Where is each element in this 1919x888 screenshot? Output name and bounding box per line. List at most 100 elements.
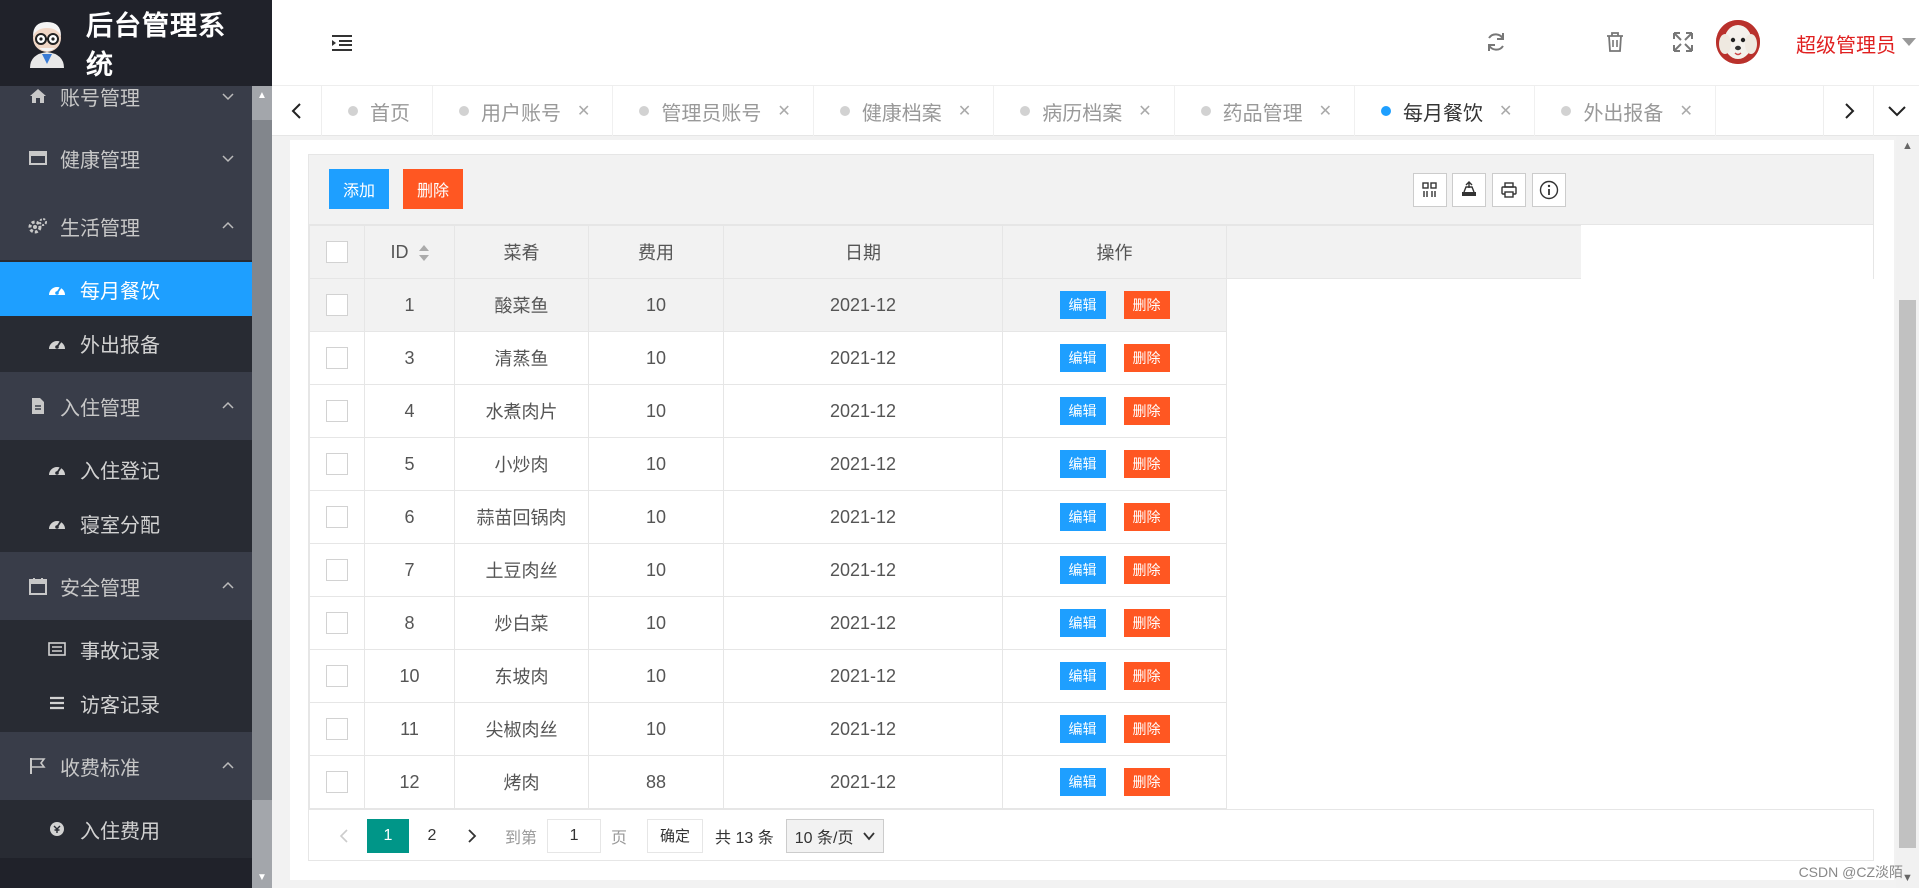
user-name[interactable]: 超级管理员 [1796,29,1896,58]
edit-button[interactable]: 编辑 [1059,556,1106,584]
close-icon[interactable]: ✕ [1138,101,1151,121]
row-select-cell[interactable] [309,596,365,650]
sidebar-item-safety[interactable]: 安全管理 [0,552,252,620]
row-select-cell[interactable] [309,278,365,332]
tab-item[interactable]: 每月餐饮 ✕ [1355,86,1536,136]
sidebar-item-fees[interactable]: 收费标准 [0,732,252,800]
sidebar-item-life[interactable]: 生活管理 [0,192,252,260]
select-all-checkbox[interactable] [326,241,348,264]
row-select-cell[interactable] [309,543,365,597]
table-row[interactable]: 4 水煮肉片 10 2021-12 编辑 删除 [309,384,1581,438]
columns-filter-icon[interactable] [1413,173,1447,207]
print-icon[interactable] [1492,173,1526,207]
tab-scroll-right-button[interactable] [1823,86,1873,136]
row-delete-button[interactable]: 删除 [1123,662,1170,690]
edit-button[interactable]: 编辑 [1059,503,1106,531]
table-row[interactable]: 5 小炒肉 10 2021-12 编辑 删除 [309,437,1581,491]
row-select-cell[interactable] [309,384,365,438]
tab-scroll-left-button[interactable] [272,86,322,136]
row-delete-button[interactable]: 删除 [1123,344,1170,372]
row-delete-button[interactable]: 删除 [1123,768,1170,796]
page-scrollbar[interactable]: ▲ ▼ [1896,136,1919,888]
tab-item[interactable]: 外出报备 ✕ [1535,86,1716,136]
edit-button[interactable]: 编辑 [1059,291,1106,319]
fullscreen-icon[interactable] [1671,30,1695,54]
sidebar-item-health[interactable]: 健康管理 [0,124,252,192]
row-checkbox[interactable] [326,612,348,635]
sidebar-item-accident-log[interactable]: 事故记录 [0,622,252,676]
tab-item[interactable]: 首页 [322,86,433,136]
header-id[interactable]: ID [364,225,455,279]
row-delete-button[interactable]: 删除 [1123,715,1170,743]
table-row[interactable]: 7 土豆肉丝 10 2021-12 编辑 删除 [309,543,1581,597]
row-select-cell[interactable] [309,649,365,703]
table-row[interactable]: 12 烤肉 88 2021-12 编辑 删除 [309,755,1581,809]
edit-button[interactable]: 编辑 [1059,397,1106,425]
row-select-cell[interactable] [309,490,365,544]
close-icon[interactable]: ✕ [1499,101,1512,121]
table-row[interactable]: 1 酸菜鱼 10 2021-12 编辑 删除 [309,278,1581,332]
row-checkbox[interactable] [326,347,348,370]
table-row[interactable]: 3 清蒸鱼 10 2021-12 编辑 删除 [309,331,1581,385]
avatar[interactable] [1716,20,1760,64]
row-delete-button[interactable]: 删除 [1123,450,1170,478]
row-delete-button[interactable]: 删除 [1123,503,1170,531]
row-checkbox[interactable] [326,400,348,423]
tab-item[interactable]: 管理员账号 ✕ [613,86,814,136]
add-button[interactable]: 添加 [329,169,389,209]
export-icon[interactable] [1452,173,1486,207]
tab-options-button[interactable] [1873,86,1919,136]
edit-button[interactable]: 编辑 [1059,662,1106,690]
scroll-up-arrow-icon[interactable]: ▲ [252,86,272,106]
prev-page-button[interactable] [327,819,361,853]
row-delete-button[interactable]: 删除 [1123,609,1170,637]
trash-icon[interactable] [1603,30,1627,54]
close-icon[interactable]: ✕ [1679,101,1692,121]
close-icon[interactable]: ✕ [958,101,971,121]
scroll-up-arrow-icon[interactable]: ▲ [1896,136,1919,156]
edit-button[interactable]: 编辑 [1059,609,1106,637]
refresh-icon[interactable] [1484,30,1508,54]
table-row[interactable]: 10 东坡肉 10 2021-12 编辑 删除 [309,649,1581,703]
row-delete-button[interactable]: 删除 [1123,291,1170,319]
next-page-button[interactable] [455,819,489,853]
sidebar-item-visitor-log[interactable]: 访客记录 [0,676,252,730]
sidebar-item-dorm-assign[interactable]: 寝室分配 [0,496,252,550]
row-delete-button[interactable]: 删除 [1123,556,1170,584]
close-icon[interactable]: ✕ [1319,101,1332,121]
tab-item[interactable]: 健康档案 ✕ [814,86,995,136]
page-button-current[interactable]: 1 [367,818,409,853]
edit-button[interactable]: 编辑 [1059,715,1106,743]
row-select-cell[interactable] [309,437,365,491]
table-row[interactable]: 8 炒白菜 10 2021-12 编辑 删除 [309,596,1581,650]
row-delete-button[interactable]: 删除 [1123,397,1170,425]
edit-button[interactable]: 编辑 [1059,768,1106,796]
row-checkbox[interactable] [326,665,348,688]
collapse-menu-icon[interactable] [330,31,354,55]
close-icon[interactable]: ✕ [777,101,790,121]
table-row[interactable]: 11 尖椒肉丝 10 2021-12 编辑 删除 [309,702,1581,756]
tab-item[interactable]: 用户账号 ✕ [433,86,614,136]
tab-item[interactable]: 药品管理 ✕ [1175,86,1356,136]
sidebar-item-monthly-meals[interactable]: 每月餐饮 [0,262,252,316]
page-size-select[interactable]: 10 条/页 [785,818,885,853]
scrollbar-thumb[interactable] [1899,300,1916,848]
scrollbar-thumb[interactable] [252,120,272,800]
row-checkbox[interactable] [326,453,348,476]
page-number-input[interactable] [547,818,602,853]
sidebar-item-checkin-fee[interactable]: 入住费用 [0,802,252,856]
row-checkbox[interactable] [326,718,348,741]
page-button[interactable]: 2 [415,819,449,853]
header-select-all[interactable] [309,225,365,279]
table-row[interactable]: 6 蒜苗回锅肉 10 2021-12 编辑 删除 [309,490,1581,544]
row-select-cell[interactable] [309,702,365,756]
delete-button[interactable]: 删除 [403,169,463,209]
sidebar-item-checkin-register[interactable]: 入住登记 [0,442,252,496]
sidebar-item-checkin[interactable]: 入住管理 [0,372,252,440]
sidebar-scrollbar[interactable]: ▲ ▼ [252,86,272,888]
info-icon[interactable] [1532,173,1566,207]
row-select-cell[interactable] [309,331,365,385]
caret-down-icon[interactable] [1902,38,1916,46]
row-checkbox[interactable] [326,559,348,582]
row-select-cell[interactable] [309,755,365,809]
